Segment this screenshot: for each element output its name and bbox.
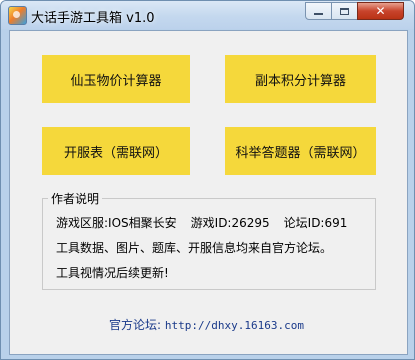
window-title: 大话手游工具箱 v1.0 — [31, 11, 155, 26]
data-source-note: 工具数据、图片、题库、开服信息均来自官方论坛。 — [56, 241, 333, 255]
game-id-info: 游戏ID:26295 — [190, 216, 270, 230]
author-info-line: 游戏区服:IOS相聚长安 游戏ID:26295 论坛ID:691 — [56, 214, 347, 231]
close-icon: ✕ — [375, 4, 386, 18]
app-icon — [8, 6, 27, 25]
server-schedule-button[interactable]: 开服表（需联网） — [42, 127, 190, 175]
app-window: 大话手游工具箱 v1.0 ✕ 仙玉物价计算器 副本积分计算器 开服表（需联网） … — [0, 0, 415, 360]
title-bar[interactable]: 大话手游工具箱 v1.0 ✕ — [1, 1, 414, 29]
forum-label: 官方论坛: — [109, 318, 162, 332]
close-button[interactable]: ✕ — [357, 2, 404, 20]
xianyu-price-calculator-button[interactable]: 仙玉物价计算器 — [42, 55, 190, 103]
minimize-button[interactable] — [305, 2, 332, 20]
update-note: 工具视情况后续更新! — [56, 266, 169, 280]
dungeon-points-calculator-button[interactable]: 副本积分计算器 — [225, 55, 376, 103]
server-info: 游戏区服:IOS相聚长安 — [56, 216, 177, 230]
forum-id-info: 论坛ID:691 — [283, 216, 348, 230]
author-notes-title: 作者说明 — [48, 190, 103, 207]
exam-answer-tool-button[interactable]: 科举答题器（需联网） — [225, 127, 376, 175]
minimize-icon — [314, 13, 323, 15]
forum-link[interactable]: http://dhxy.16163.com — [165, 319, 304, 332]
maximize-button[interactable] — [331, 2, 358, 20]
client-area: 仙玉物价计算器 副本积分计算器 开服表（需联网） 科举答题器（需联网） 作者说明… — [9, 30, 408, 355]
official-forum-line: 官方论坛: http://dhxy.16163.com — [109, 316, 304, 333]
maximize-icon — [340, 7, 349, 15]
author-notes-group: 作者说明 游戏区服:IOS相聚长安 游戏ID:26295 论坛ID:691 工具数据… — [42, 190, 376, 290]
